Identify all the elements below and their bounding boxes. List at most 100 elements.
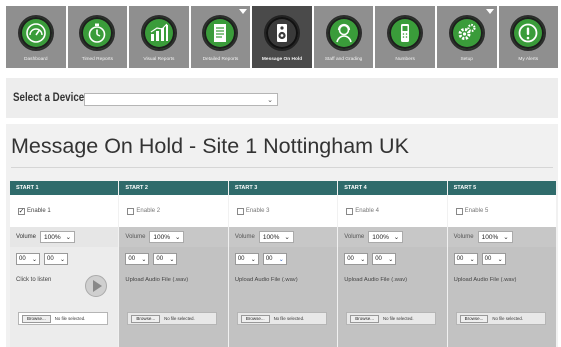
play-button[interactable] bbox=[85, 275, 108, 297]
file-input[interactable]: Browse... No file selected. bbox=[127, 312, 218, 325]
bar-chart-icon bbox=[150, 23, 168, 41]
column-header: START 5 bbox=[447, 181, 557, 195]
browse-button[interactable]: Browse... bbox=[459, 314, 489, 323]
nav-message-on-hold[interactable]: Message On Hold bbox=[252, 6, 312, 68]
nav-label: My Alerts bbox=[518, 57, 539, 62]
file-status: No file selected. bbox=[54, 316, 86, 321]
volume-value: 100% bbox=[153, 233, 171, 241]
chevron-down-icon: ⌄ bbox=[284, 234, 290, 241]
chevron-down-icon: ⌄ bbox=[267, 97, 273, 104]
speaker-icon bbox=[277, 24, 288, 42]
nav-visual-reports[interactable]: Visual Reports bbox=[129, 6, 189, 68]
volume-label: Volume bbox=[344, 234, 365, 240]
minute-value: 00 bbox=[375, 256, 382, 262]
file-input[interactable]: Browse... No file selected. bbox=[236, 312, 327, 325]
hour-value: 00 bbox=[237, 256, 245, 262]
hour-select[interactable]: 00 ⌄ bbox=[16, 253, 40, 265]
enable-label: Enable 1 bbox=[27, 208, 51, 214]
browse-button[interactable]: Browse... bbox=[22, 314, 51, 323]
hour-select[interactable]: 00 ⌄ bbox=[234, 253, 259, 265]
minute-select[interactable]: 00 ⌄ bbox=[44, 253, 68, 265]
enable-checkbox[interactable]: ✓ bbox=[18, 207, 25, 215]
start-column-4: START 4 Enable 4 Volume 100% ⌄ 00 ⌄ 00 ⌄… bbox=[338, 181, 447, 347]
volume-select[interactable]: 100% ⌄ bbox=[149, 231, 185, 243]
enable-label: Enable 5 bbox=[464, 208, 489, 214]
hour-value: 00 bbox=[456, 256, 464, 262]
device-select[interactable]: ⌄ bbox=[84, 93, 278, 106]
file-input[interactable]: Browse... No file selected. bbox=[18, 312, 108, 325]
volume-label: Volume bbox=[125, 234, 146, 240]
time-row: 00 ⌄ 00 ⌄ bbox=[344, 253, 440, 265]
nav-my-alerts[interactable]: My Alerts bbox=[498, 6, 559, 68]
minute-select[interactable]: 00 ⌄ bbox=[481, 253, 506, 265]
nav-detailed-reports[interactable]: Detailed Reports bbox=[190, 6, 251, 68]
chevron-down-icon: ⌄ bbox=[503, 234, 509, 241]
stopwatch-icon bbox=[89, 23, 106, 43]
nav-staff-and-grading[interactable]: Staff and Grading bbox=[313, 6, 374, 68]
nav-label: Numbers bbox=[395, 57, 415, 62]
gauge-icon bbox=[25, 23, 46, 43]
minute-value: 00 bbox=[265, 256, 273, 262]
volume-select[interactable]: 100% ⌄ bbox=[368, 231, 404, 243]
chevron-down-icon: ⌄ bbox=[65, 234, 72, 241]
enable-checkbox[interactable] bbox=[346, 207, 354, 215]
phone-icon bbox=[401, 24, 410, 42]
time-row: 00 ⌄ 00 ⌄ bbox=[234, 253, 331, 265]
nav-dashboard[interactable]: Dashboard bbox=[6, 6, 66, 68]
start-body: 00 ⌄ 00 ⌄ Upload Audio File (.wav) Brows… bbox=[447, 247, 557, 347]
file-status: No file selected. bbox=[164, 316, 195, 321]
alert-icon bbox=[518, 23, 538, 43]
upload-label: Upload Audio File (.wav) bbox=[344, 277, 408, 283]
browse-button[interactable]: Browse... bbox=[240, 314, 270, 323]
minute-select[interactable]: 00 ⌄ bbox=[153, 253, 178, 265]
file-input[interactable]: Browse... No file selected. bbox=[346, 312, 437, 325]
volume-value: 100% bbox=[262, 233, 280, 241]
minute-select[interactable]: 00 ⌄ bbox=[262, 253, 287, 265]
chevron-down-icon: ⌄ bbox=[31, 256, 37, 263]
enable-label: Enable 2 bbox=[136, 208, 161, 214]
browse-button[interactable]: Browse... bbox=[350, 314, 379, 323]
nav-numbers[interactable]: Numbers bbox=[375, 6, 435, 68]
file-status: No file selected. bbox=[382, 316, 414, 321]
nav-label: Timed Reports bbox=[81, 57, 113, 62]
volume-value: 100% bbox=[372, 233, 389, 241]
enable-checkbox[interactable] bbox=[236, 207, 244, 215]
column-header: START 3 bbox=[228, 181, 338, 195]
enable-checkbox[interactable] bbox=[455, 207, 463, 215]
enable-row: Enable 4 bbox=[338, 195, 447, 227]
volume-select[interactable]: 100% ⌄ bbox=[40, 231, 76, 243]
upload-label: Upload Audio File (.wav) bbox=[125, 277, 189, 283]
volume-value: 100% bbox=[481, 233, 499, 241]
volume-select[interactable]: 100% ⌄ bbox=[477, 231, 513, 243]
enable-row: Enable 5 bbox=[447, 195, 557, 227]
time-row: 00 ⌄ 00 ⌄ bbox=[16, 253, 112, 265]
chevron-down-icon: ⌄ bbox=[469, 256, 475, 263]
hour-select[interactable]: 00 ⌄ bbox=[453, 253, 478, 265]
document-icon bbox=[214, 24, 227, 42]
nav-timed-reports[interactable]: Timed Reports bbox=[67, 6, 128, 68]
upload-label: Upload Audio File (.wav) bbox=[234, 277, 298, 283]
nav-label: Dashboard bbox=[24, 57, 48, 62]
volume-label: Volume bbox=[16, 234, 37, 240]
minute-select[interactable]: 00 ⌄ bbox=[372, 253, 397, 265]
enable-row: Enable 2 bbox=[119, 195, 228, 227]
volume-select[interactable]: 100% ⌄ bbox=[258, 231, 294, 243]
time-row: 00 ⌄ 00 ⌄ bbox=[125, 253, 221, 265]
chevron-down-icon: ⌄ bbox=[250, 256, 256, 263]
enable-checkbox[interactable] bbox=[127, 207, 135, 215]
hour-select[interactable]: 00 ⌄ bbox=[344, 253, 369, 265]
volume-row: Volume 100% ⌄ bbox=[119, 227, 228, 247]
volume-row: Volume 100% ⌄ bbox=[338, 227, 447, 247]
nav-label: Visual Reports bbox=[143, 57, 175, 62]
volume-row: Volume 100% ⌄ bbox=[447, 227, 557, 247]
start-column-3: START 3 Enable 3 Volume 100% ⌄ 00 ⌄ 00 ⌄… bbox=[228, 181, 338, 347]
file-input[interactable]: Browse... No file selected. bbox=[455, 312, 546, 325]
browse-button[interactable]: Browse... bbox=[131, 314, 161, 323]
start-column-2: START 2 Enable 2 Volume 100% ⌄ 00 ⌄ 00 ⌄… bbox=[119, 181, 228, 347]
hour-select[interactable]: 00 ⌄ bbox=[125, 253, 150, 265]
start-grid: START 1 ✓ Enable 1 Volume 100% ⌄ 00 ⌄ 00… bbox=[10, 181, 557, 347]
chevron-down-icon: ⌄ bbox=[278, 256, 284, 263]
hour-value: 00 bbox=[19, 256, 26, 262]
nav-setup[interactable]: Setup bbox=[436, 6, 497, 68]
start-column-1: START 1 ✓ Enable 1 Volume 100% ⌄ 00 ⌄ 00… bbox=[10, 181, 119, 347]
